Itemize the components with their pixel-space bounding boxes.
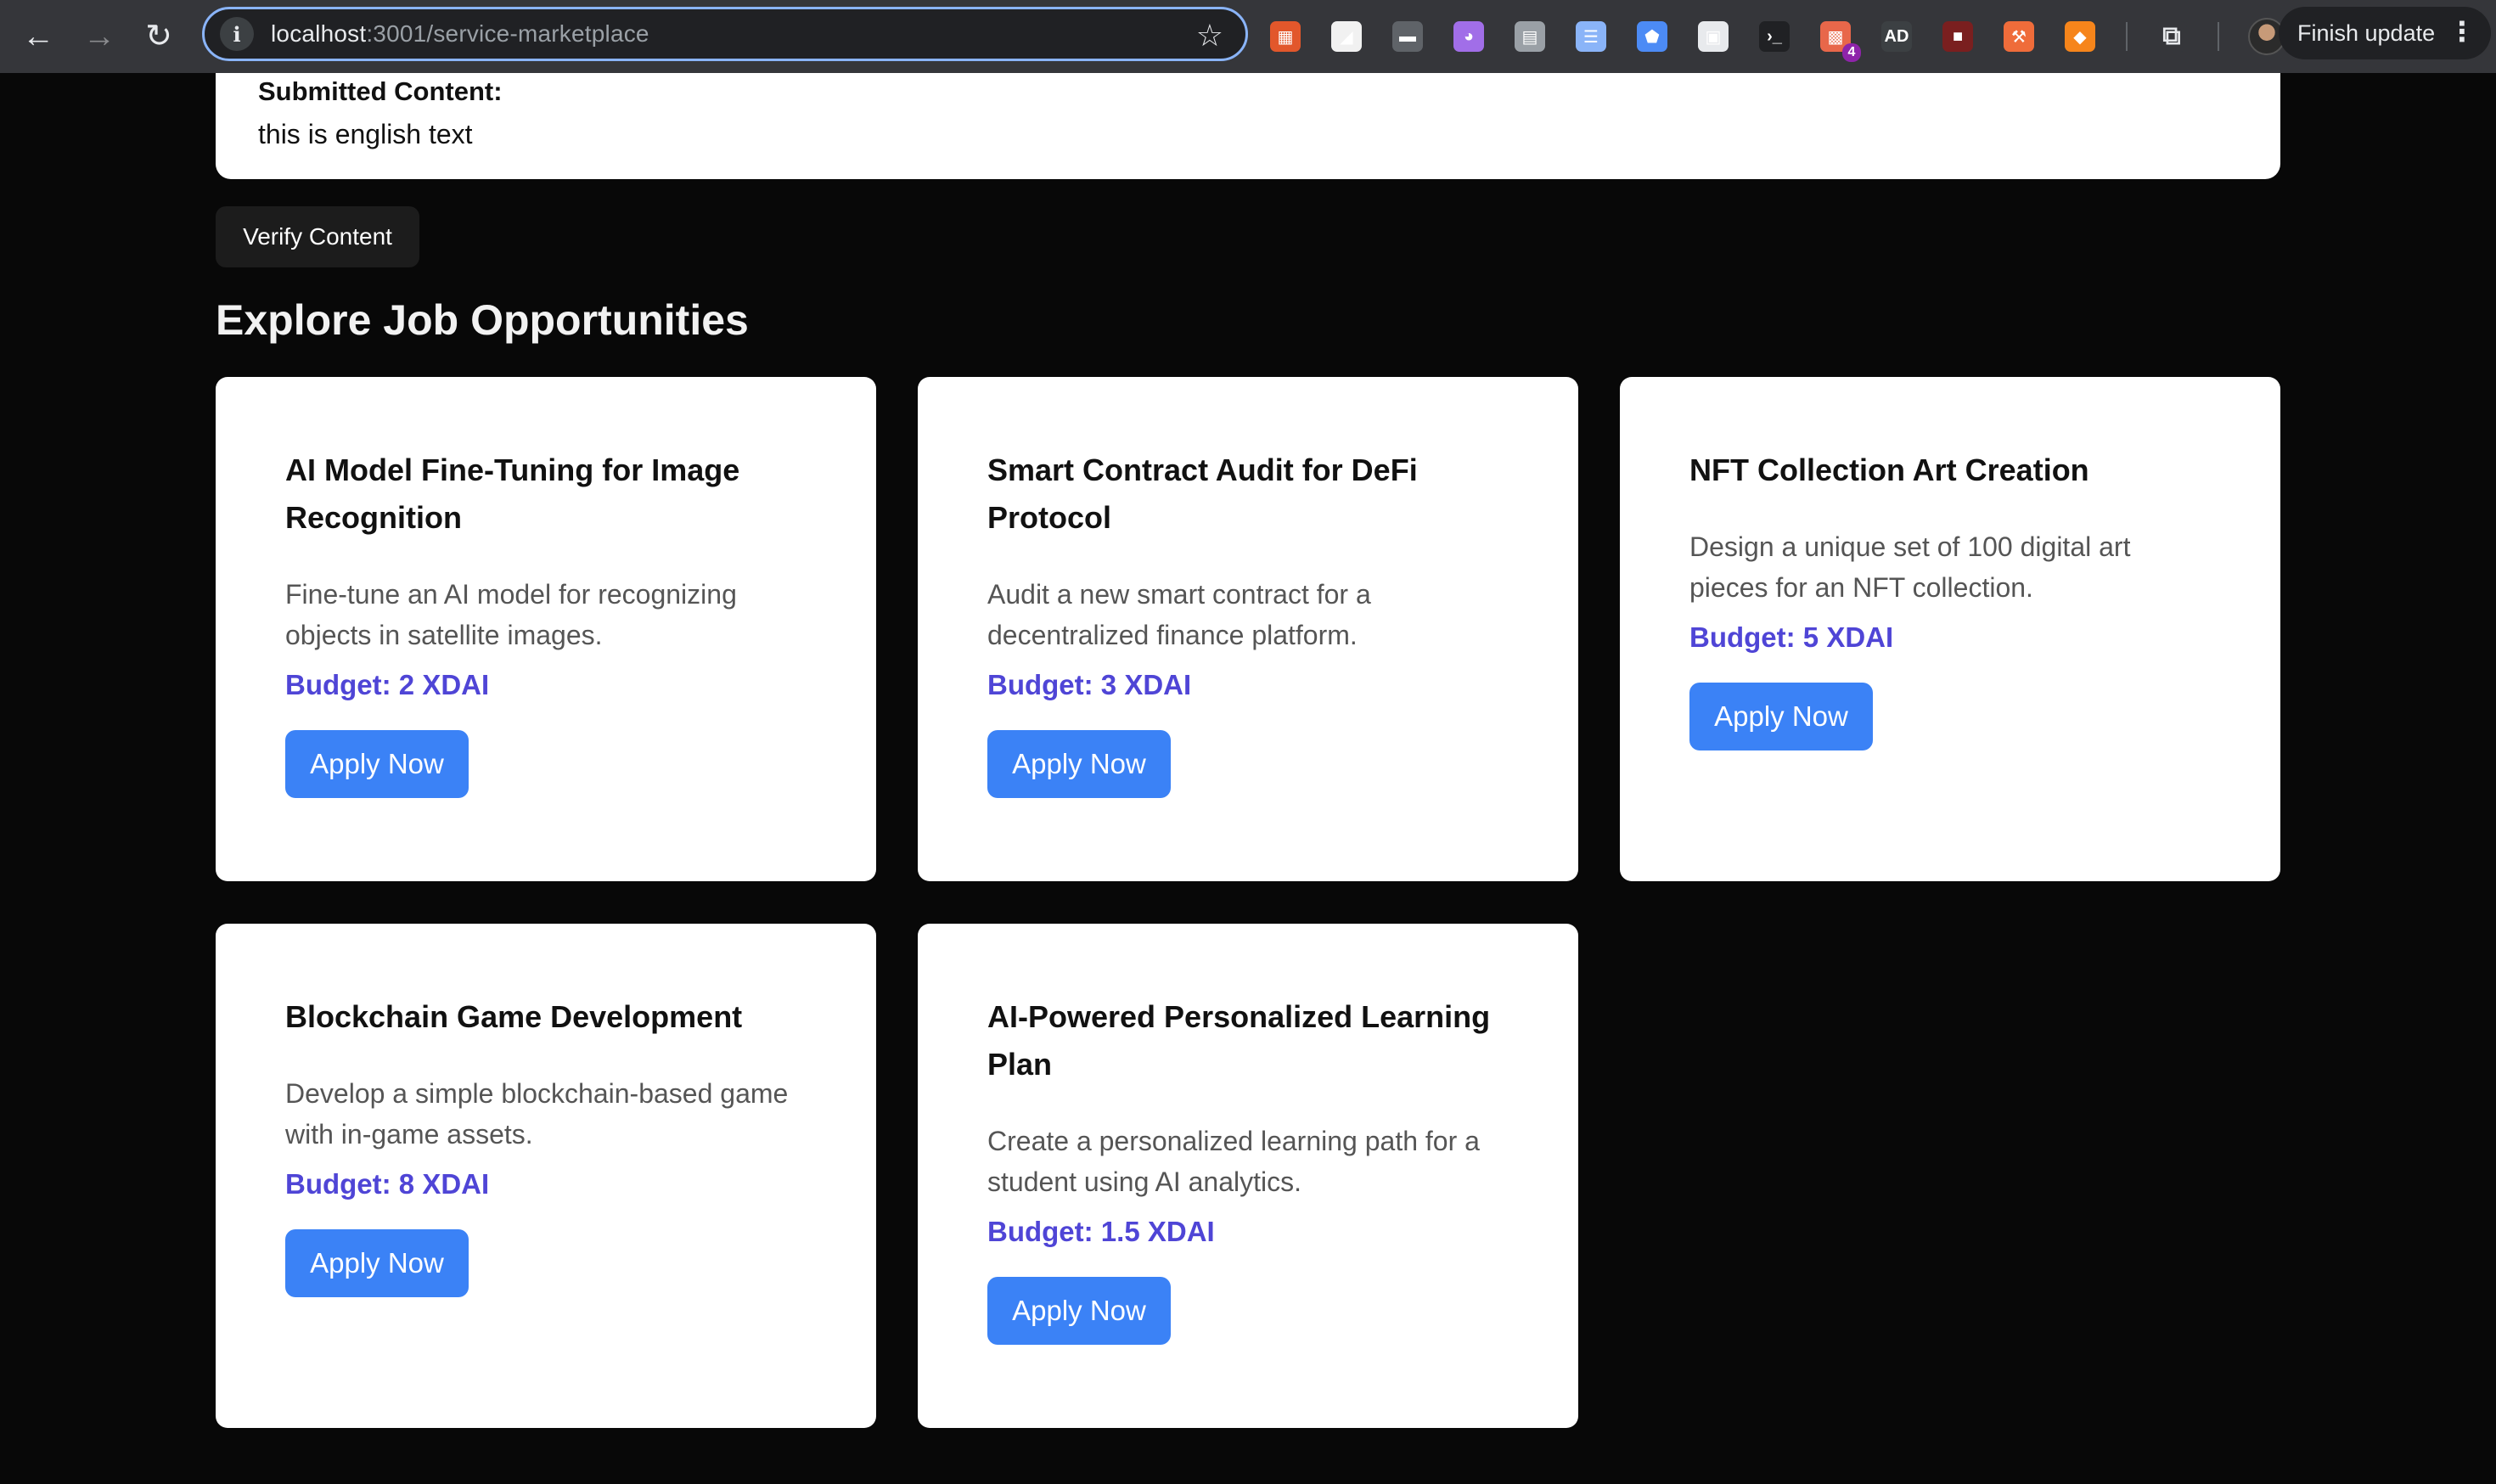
job-budget: Budget: 3 XDAI — [987, 669, 1192, 700]
job-card: AI-Powered Personalized Learning Plan Cr… — [918, 924, 1578, 1428]
ext-red-icon[interactable]: ▦ — [1270, 21, 1301, 52]
section-title: Explore Job Opportunities — [216, 296, 749, 344]
apply-now-button[interactable]: Apply Now — [987, 730, 1171, 798]
ext-paper-plane-icon[interactable]: ◢ — [1331, 21, 1362, 52]
job-description: Design a unique set of 100 digital art p… — [1689, 531, 2131, 603]
job-budget: Budget: 5 XDAI — [1689, 621, 1894, 653]
job-title: Blockchain Game Development — [285, 999, 743, 1034]
forward-arrow-icon[interactable]: → — [75, 12, 124, 61]
ext-printer-icon[interactable]: ▤ — [1515, 21, 1545, 52]
back-arrow-icon[interactable]: ← — [14, 12, 63, 61]
ext-shield-icon[interactable]: ⬟ — [1637, 21, 1667, 52]
extensions-bar: ▦ ◢ ▬ ◕ ▤ ☰ ⬟ ▣ ›_ ▩ 4 AD ■ ⚒ ◆ ⧉ — [1270, 14, 2318, 62]
address-bar[interactable]: i localhost:3001/service-marketplace ☆ — [202, 7, 1248, 61]
job-budget: Budget: 8 XDAI — [285, 1168, 490, 1200]
job-description: Develop a simple blockchain-based game w… — [285, 1078, 789, 1150]
job-title: AI-Powered Personalized Learning Plan — [987, 999, 1491, 1082]
ext-tool-icon[interactable]: ⚒ — [2004, 21, 2034, 52]
bookmark-star-icon[interactable]: ☆ — [1196, 18, 1223, 53]
job-card: NFT Collection Art Creation Design a uni… — [1620, 377, 2280, 881]
job-card: Smart Contract Audit for DeFi Protocol A… — [918, 377, 1578, 881]
job-card: Blockchain Game Development Develop a si… — [216, 924, 876, 1428]
apply-now-button[interactable]: Apply Now — [987, 1277, 1171, 1345]
toolbar-separator — [2218, 22, 2219, 51]
apply-now-button[interactable]: Apply Now — [285, 1229, 469, 1297]
job-description: Fine-tune an AI model for recognizing ob… — [285, 579, 737, 650]
browser-toolbar: ← → ↻ i localhost:3001/service-marketpla… — [0, 0, 2496, 73]
finish-update-label: Finish update — [2297, 20, 2436, 46]
kebab-menu-icon[interactable]: ⋮ — [2448, 15, 2476, 48]
job-title: AI Model Fine-Tuning for Image Recogniti… — [285, 453, 740, 535]
apply-now-button[interactable]: Apply Now — [285, 730, 469, 798]
job-budget: Budget: 1.5 XDAI — [987, 1216, 1215, 1247]
toolbar-separator — [2126, 22, 2128, 51]
url-host: localhost — [271, 20, 367, 47]
url-path: :3001/service-marketplace — [366, 20, 649, 47]
job-description: Audit a new smart contract for a decentr… — [987, 579, 1371, 650]
page-content: Submitted Content: this is english text … — [0, 73, 2496, 1484]
finish-update-button[interactable]: Finish update ⋮ — [2279, 7, 2491, 59]
ext-window-icon[interactable]: ▣ — [1698, 21, 1729, 52]
ext-folder-icon[interactable]: ▬ — [1392, 21, 1423, 52]
url-text[interactable]: localhost:3001/service-marketplace — [271, 20, 649, 48]
verify-content-button[interactable]: Verify Content — [216, 206, 419, 267]
puzzle-icon[interactable]: ⧉ — [2156, 21, 2187, 52]
extension-badge-count: 4 — [1842, 43, 1861, 62]
ext-adtm-icon[interactable]: AD — [1881, 21, 1912, 52]
submitted-content-label: Submitted Content: — [258, 76, 503, 106]
submitted-content-text: this is english text — [258, 119, 473, 149]
ext-fox-icon[interactable]: ◆ — [2065, 21, 2095, 52]
job-budget: Budget: 2 XDAI — [285, 669, 490, 700]
job-title: NFT Collection Art Creation — [1689, 453, 2089, 487]
job-description: Create a personalized learning path for … — [987, 1126, 1480, 1197]
apply-now-button[interactable]: Apply Now — [1689, 683, 1873, 750]
job-card: AI Model Fine-Tuning for Image Recogniti… — [216, 377, 876, 881]
ext-terminal-icon[interactable]: ›_ — [1759, 21, 1790, 52]
site-info-icon[interactable]: i — [220, 17, 254, 51]
ext-dark-red-icon[interactable]: ■ — [1942, 21, 1973, 52]
ext-badge-icon[interactable]: ▩ 4 — [1820, 21, 1861, 62]
ext-purple-icon[interactable]: ◕ — [1453, 21, 1484, 52]
reload-icon[interactable]: ↻ — [134, 12, 183, 61]
submitted-content-card: Submitted Content: this is english text — [216, 73, 2280, 179]
job-title: Smart Contract Audit for DeFi Protocol — [987, 453, 1418, 535]
ext-list-icon[interactable]: ☰ — [1576, 21, 1606, 52]
